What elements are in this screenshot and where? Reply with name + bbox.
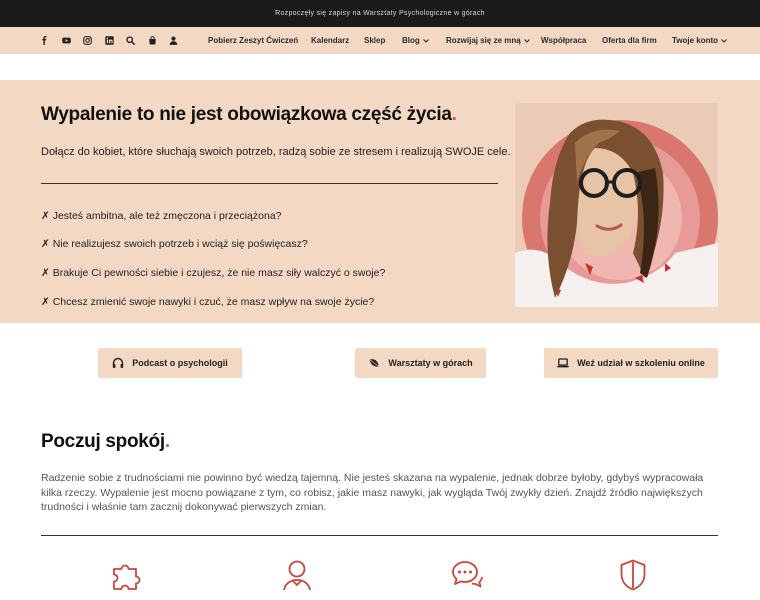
online-training-button[interactable]: Weź udział w szkoleniu online xyxy=(544,348,718,378)
nav-item-blog[interactable]: Blog xyxy=(402,27,429,54)
hero-bullet: ✗ Brakuje Ci pewności siebie i czujesz, … xyxy=(41,267,386,279)
online-training-button-label: Weź udział w szkoleniu online xyxy=(577,358,705,368)
instagram-icon[interactable] xyxy=(77,27,99,54)
youtube-icon[interactable] xyxy=(56,27,78,54)
social-icons xyxy=(34,27,185,54)
chevron-down-icon xyxy=(721,38,727,43)
hero-bullet: ✗ Nie realizujesz swoich potrzeb i wciąż… xyxy=(41,238,308,250)
section-paragraph: Radzenie sobie z trudnościami nie powinn… xyxy=(41,472,704,513)
search-icon[interactable] xyxy=(120,27,142,54)
hero-divider xyxy=(41,183,498,184)
section-title-dot: . xyxy=(164,431,170,452)
workshops-button[interactable]: Warsztaty w górach xyxy=(355,348,486,378)
shield-icon xyxy=(616,558,650,592)
nav-item-twoje-konto[interactable]: Twoje konto xyxy=(672,27,727,54)
workshops-button-label: Warsztaty w górach xyxy=(388,358,473,368)
nav-item-label: Współpraca xyxy=(541,36,587,45)
nav-item-label: Blog xyxy=(402,36,420,45)
podcast-button-label: Podcast o psychologii xyxy=(132,358,228,368)
nav-item-label: Rozwijaj się ze mną xyxy=(446,36,521,45)
leaf-icon xyxy=(369,359,380,367)
nav-item-label: Sklep xyxy=(364,36,386,45)
nav-item-label: Twoje konto xyxy=(672,36,719,45)
section-title-text: Poczuj spokój xyxy=(41,431,165,452)
hero-portrait xyxy=(515,103,718,307)
hero-title-dot: . xyxy=(451,104,457,125)
facebook-icon[interactable] xyxy=(34,27,56,54)
puzzle-icon xyxy=(110,558,144,592)
nav-item-wspolpraca[interactable]: Współpraca xyxy=(541,27,586,54)
main-navbar: Pobierz Zeszyt Ćwiczeń Kalendarz Sklep B… xyxy=(0,27,760,54)
announcement-text[interactable]: Rozpoczęły się zapisy na Warsztaty Psych… xyxy=(275,10,485,17)
hero-subtitle: Dołącz do kobiet, które słuchają swoich … xyxy=(41,146,511,158)
nav-item-oferta[interactable]: Oferta dla firm xyxy=(602,27,657,54)
nav-item-rozwijaj[interactable]: Rozwijaj się ze mną xyxy=(446,27,530,54)
chevron-down-icon xyxy=(422,38,429,43)
headphones-icon xyxy=(113,357,124,368)
chat-bubbles-icon xyxy=(450,558,484,592)
hero-title: Wypalenie to nie jest obowiązkowa część … xyxy=(41,104,457,126)
nav-item-label: Oferta dla firm xyxy=(602,36,657,45)
nav-item-label: Kalendarz xyxy=(311,36,350,45)
bag-icon[interactable] xyxy=(142,27,164,54)
nav-item-kalendarz[interactable]: Kalendarz xyxy=(311,27,349,54)
nav-item-label: Pobierz Zeszyt Ćwiczeń xyxy=(208,36,299,45)
nav-item-sklep[interactable]: Sklep xyxy=(364,27,385,54)
hero-title-text: Wypalenie to nie jest obowiązkowa część … xyxy=(41,104,452,125)
laptop-icon xyxy=(557,358,569,368)
user-icon[interactable] xyxy=(163,27,185,54)
linkedin-icon[interactable] xyxy=(99,27,121,54)
person-icon xyxy=(280,558,314,592)
hero-bullet: ✗ Jesteś ambitna, ale też zmęczona i prz… xyxy=(41,210,282,222)
announcement-bar[interactable]: Rozpoczęły się zapisy na Warsztaty Psych… xyxy=(0,0,760,27)
hero-bullet: ✗ Chcesz zmienić swoje nawyki i czuć, że… xyxy=(41,296,375,308)
podcast-button[interactable]: Podcast o psychologii xyxy=(98,348,242,378)
chevron-down-icon xyxy=(523,38,530,43)
nav-item-zeszyt[interactable]: Pobierz Zeszyt Ćwiczeń xyxy=(208,27,298,54)
section-title: Poczuj spokój. xyxy=(41,431,170,453)
section-divider xyxy=(41,535,718,536)
